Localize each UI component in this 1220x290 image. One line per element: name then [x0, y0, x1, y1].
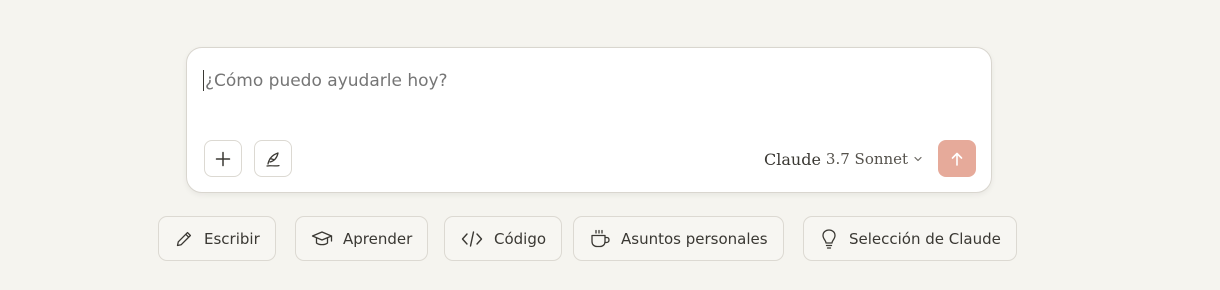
pencil-icon	[176, 231, 192, 246]
suggestion-label: Asuntos personales	[621, 229, 768, 248]
suggestion-label: Escribir	[204, 229, 260, 248]
suggestion-chip-personal[interactable]: Asuntos personales	[573, 216, 784, 261]
lightbulb-icon	[822, 228, 836, 249]
quill-icon	[266, 151, 280, 167]
model-version: 3.7 Sonnet	[825, 150, 909, 168]
suggestion-chip-learn[interactable]: Aprender	[295, 216, 429, 261]
suggestion-chip-write[interactable]: Escribir	[158, 216, 276, 261]
suggestion-label: Selección de Claude	[849, 229, 1001, 248]
chat-start-page: Claude 3.7 Sonnet Escribir Aprender	[0, 0, 1220, 290]
suggestion-label: Aprender	[343, 229, 413, 248]
graduation-cap-icon	[311, 230, 333, 245]
model-name: Claude	[764, 149, 821, 169]
writing-style-button[interactable]	[254, 140, 292, 177]
prompt-input[interactable]	[203, 68, 905, 94]
send-button[interactable]	[938, 140, 976, 177]
coffee-cup-icon	[591, 229, 610, 247]
text-caret	[203, 70, 204, 91]
suggestion-chip-claude-picks[interactable]: Selección de Claude	[803, 216, 1017, 261]
plus-icon	[215, 151, 231, 166]
suggestion-label: Código	[494, 229, 547, 248]
arrow-up-icon	[951, 152, 963, 166]
model-selector[interactable]: Claude 3.7 Sonnet	[764, 146, 923, 172]
chevron-down-icon	[914, 156, 922, 162]
add-content-button[interactable]	[204, 140, 242, 177]
code-icon	[461, 230, 483, 247]
suggestion-chip-code[interactable]: Código	[444, 216, 563, 261]
